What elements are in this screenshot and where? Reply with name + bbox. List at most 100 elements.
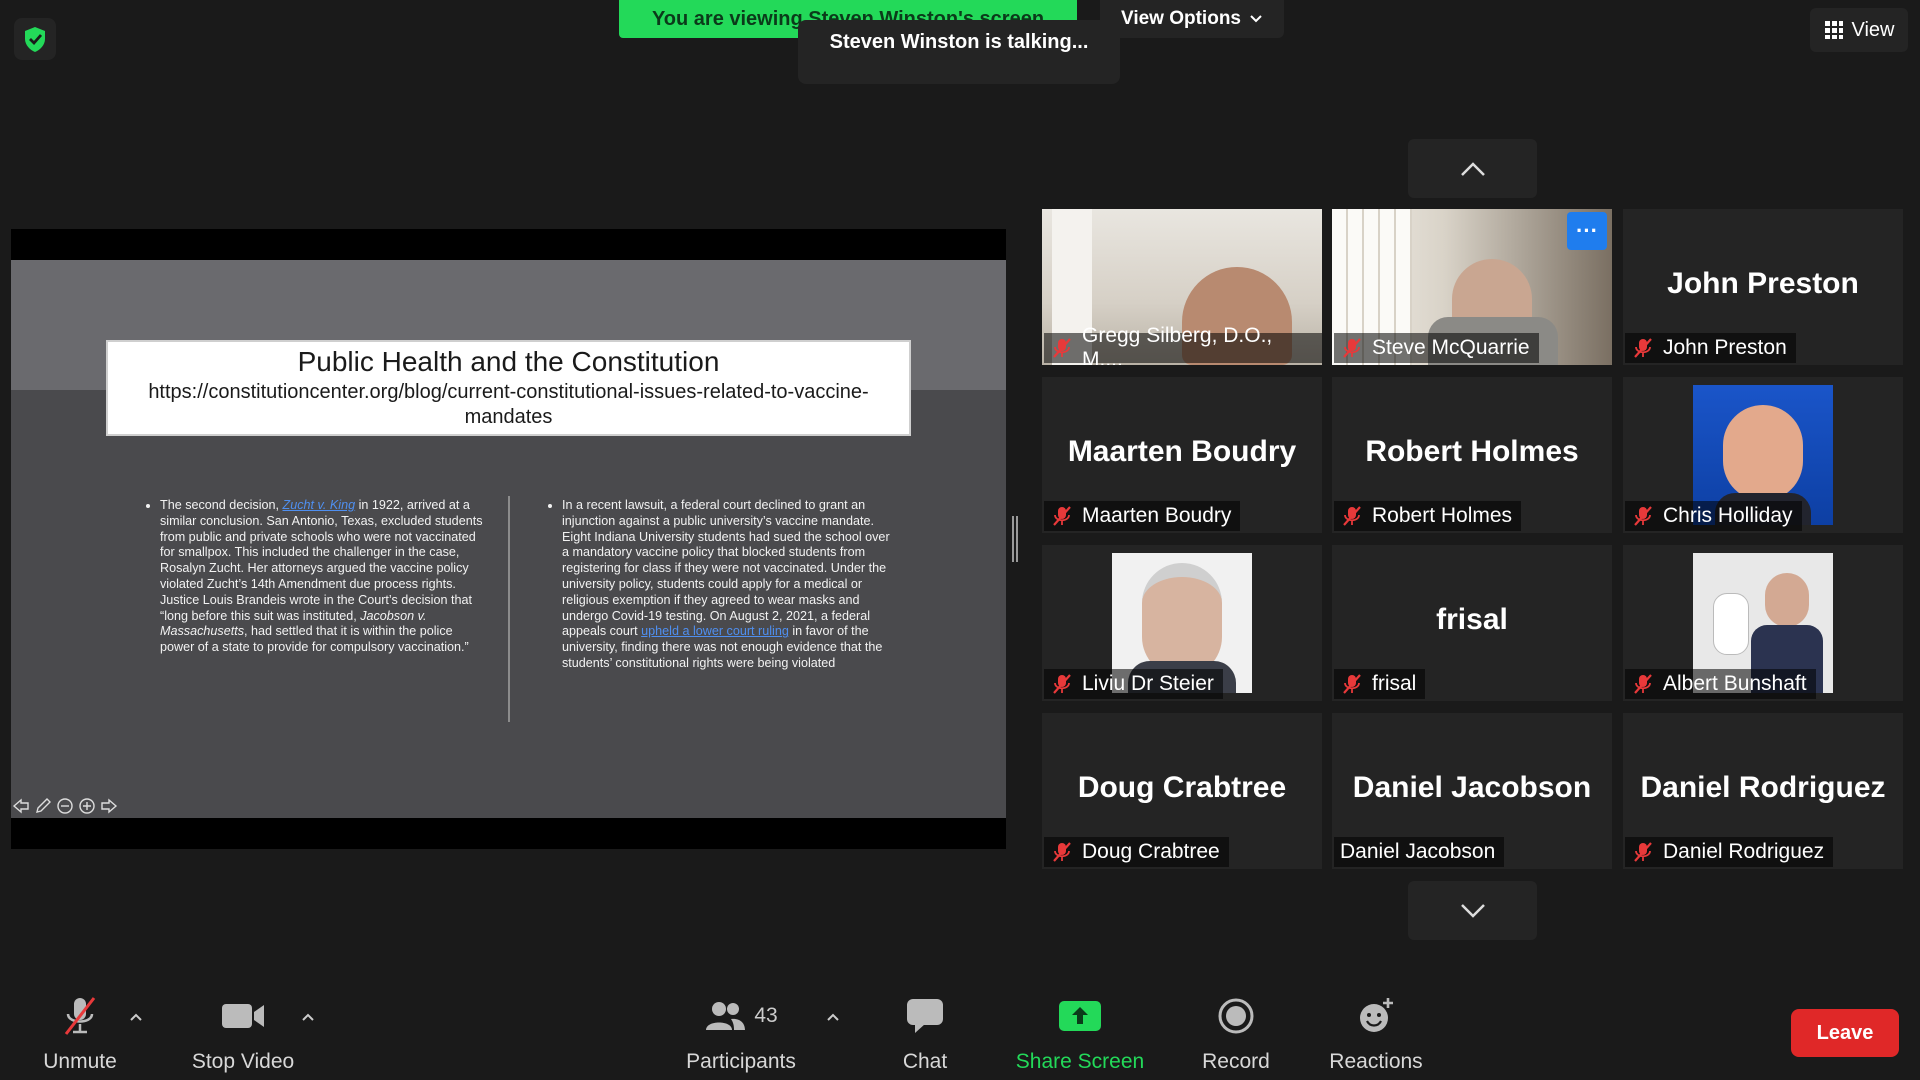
participant-tile[interactable]: Gregg Silberg, D.O., M.... xyxy=(1042,209,1322,365)
participant-label: frisal xyxy=(1334,669,1426,699)
mic-muted-icon xyxy=(1053,338,1071,358)
view-button[interactable]: View xyxy=(1810,8,1908,52)
participant-label-text: Maarten Boudry xyxy=(1082,504,1232,527)
participant-label-text: John Preston xyxy=(1663,336,1787,359)
participant-label-text: Steve McQuarrie xyxy=(1372,336,1530,359)
participant-label: Robert Holmes xyxy=(1334,501,1522,531)
column-divider xyxy=(508,496,510,722)
participant-label-text: Doug Crabtree xyxy=(1082,840,1220,863)
presentation-slide: Public Health and the Constitution https… xyxy=(11,260,1006,818)
record-label: Record xyxy=(1202,1050,1270,1073)
participants-icon xyxy=(706,1002,746,1030)
participant-label: John Preston xyxy=(1625,333,1796,363)
participant-label: Daniel Jacobson xyxy=(1334,837,1505,867)
reactions-emoji-icon xyxy=(1360,998,1393,1032)
pen-icon[interactable] xyxy=(33,796,53,816)
participant-tile[interactable]: John Preston John Preston xyxy=(1623,209,1903,365)
participants-button[interactable]: 43 Participants xyxy=(681,972,801,1080)
reactions-label: Reactions xyxy=(1329,1050,1423,1073)
share-screen-label: Share Screen xyxy=(1015,1050,1145,1073)
participant-tile[interactable]: Robert Holmes Robert Holmes xyxy=(1332,377,1612,533)
participant-tile[interactable]: Doug Crabtree Doug Crabtree xyxy=(1042,713,1322,869)
share-screen-icon xyxy=(1059,1001,1101,1031)
participant-name-display: Daniel Rodriguez xyxy=(1640,771,1886,804)
slide-url: https://constitutioncenter.org/blog/curr… xyxy=(148,381,869,428)
participant-label: Steve McQuarrie xyxy=(1334,333,1539,363)
participant-name-display: Doug Crabtree xyxy=(1077,771,1287,804)
view-label: View xyxy=(1851,18,1895,41)
zoom-out-icon[interactable] xyxy=(55,796,75,816)
participant-name-display: frisal xyxy=(1436,603,1508,636)
record-button[interactable]: Record xyxy=(1186,972,1286,1080)
share-screen-button[interactable]: Share Screen xyxy=(1010,972,1150,1080)
arrow-right-icon[interactable] xyxy=(99,796,119,816)
participant-name-display: Daniel Jacobson xyxy=(1352,771,1592,804)
participant-tile[interactable]: Daniel Jacobson Daniel Jacobson xyxy=(1332,713,1612,869)
participant-label: Gregg Silberg, D.O., M.... xyxy=(1044,324,1322,365)
participant-tile[interactable]: Chris Holliday xyxy=(1623,377,1903,533)
mic-muted-icon xyxy=(1053,674,1071,694)
gallery-next-button[interactable] xyxy=(1408,881,1537,940)
slide-tools xyxy=(11,796,119,818)
slide-bullet: The second decision, Zucht v. King in 19… xyxy=(160,498,487,656)
stop-video-label: Stop Video xyxy=(191,1050,295,1073)
talking-indicator: Steven Winston is talking... xyxy=(798,20,1120,84)
more-options-button[interactable]: ··· xyxy=(1567,212,1607,250)
reactions-button[interactable]: Reactions xyxy=(1326,972,1426,1080)
chevron-up-icon xyxy=(1460,161,1485,176)
ruling-link[interactable]: upheld a lower court ruling xyxy=(641,624,789,638)
stop-video-button[interactable]: Stop Video xyxy=(183,972,303,1080)
mic-muted-icon xyxy=(64,997,96,1035)
participant-label-text: Daniel Jacobson xyxy=(1340,840,1496,863)
video-options-caret[interactable] xyxy=(297,1006,319,1028)
participant-label: Liviu Dr Steier xyxy=(1044,669,1223,699)
record-icon xyxy=(1218,998,1254,1034)
mic-muted-icon xyxy=(1053,842,1071,862)
slide-right-column: In a recent lawsuit, a federal court dec… xyxy=(544,498,894,672)
participants-options-caret[interactable] xyxy=(822,1006,844,1028)
participants-count: 43 xyxy=(754,1004,778,1027)
view-options-label: View Options xyxy=(1120,8,1241,29)
participant-tile[interactable]: Daniel Rodriguez Daniel Rodriguez xyxy=(1623,713,1903,869)
grid-icon xyxy=(1824,21,1843,39)
chat-button[interactable]: Chat xyxy=(875,972,975,1080)
leave-button[interactable]: Leave xyxy=(1791,1009,1899,1057)
view-options-button[interactable]: View Options xyxy=(1100,0,1284,38)
chevron-down-icon xyxy=(1460,903,1485,918)
mic-muted-icon xyxy=(1634,842,1652,862)
participant-tile[interactable]: Albert Bunshaft xyxy=(1623,545,1903,701)
video-camera-icon xyxy=(222,1004,264,1028)
participant-label-text: Albert Bunshaft xyxy=(1663,672,1807,695)
participant-tile[interactable]: Maarten Boudry Maarten Boudry xyxy=(1042,377,1322,533)
gallery-prev-button[interactable] xyxy=(1408,139,1537,198)
mic-muted-icon xyxy=(1343,674,1361,694)
unmute-label: Unmute xyxy=(43,1050,117,1073)
participant-label: Maarten Boudry xyxy=(1044,501,1241,531)
slide-title-box: Public Health and the Constitution https… xyxy=(106,340,911,436)
participant-label: Doug Crabtree xyxy=(1044,837,1229,867)
unmute-button[interactable]: Unmute xyxy=(30,972,130,1080)
mic-muted-icon xyxy=(1634,674,1652,694)
chat-label: Chat xyxy=(902,1050,948,1073)
mic-muted-icon xyxy=(1634,506,1652,526)
participant-label-text: frisal xyxy=(1372,672,1417,695)
mic-muted-icon xyxy=(1634,338,1652,358)
audio-options-caret[interactable] xyxy=(125,1006,147,1028)
participant-tile[interactable]: frisal frisal xyxy=(1332,545,1612,701)
arrow-left-icon[interactable] xyxy=(11,796,31,816)
zoom-in-icon[interactable] xyxy=(77,796,97,816)
participant-tile[interactable]: Liviu Dr Steier xyxy=(1042,545,1322,701)
slide-bullet: In a recent lawsuit, a federal court dec… xyxy=(562,498,894,672)
participant-label-text: Gregg Silberg, D.O., M.... xyxy=(1082,324,1273,365)
participant-name-display: Robert Holmes xyxy=(1365,435,1579,468)
split-resize-handle[interactable] xyxy=(1012,516,1018,562)
participant-label-text: Chris Holliday xyxy=(1663,504,1793,527)
security-shield-icon[interactable] xyxy=(14,18,56,60)
participant-name-display: John Preston xyxy=(1667,267,1859,300)
zucht-link[interactable]: Zucht v. King xyxy=(283,498,356,512)
mic-muted-icon xyxy=(1343,506,1361,526)
participant-label-text: Robert Holmes xyxy=(1372,504,1513,527)
mic-muted-icon xyxy=(1343,338,1361,358)
slide-left-column: The second decision, Zucht v. King in 19… xyxy=(142,498,487,656)
participant-label: Daniel Rodriguez xyxy=(1625,837,1834,867)
